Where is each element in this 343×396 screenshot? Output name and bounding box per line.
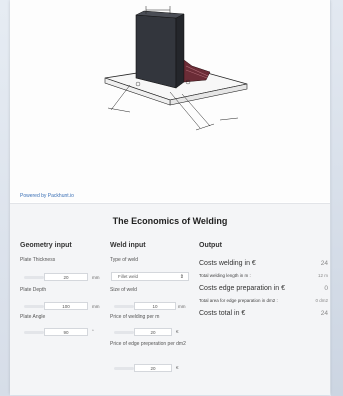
weld-size-label: Size of weld	[110, 287, 137, 293]
costs-total-value: 24	[320, 310, 328, 317]
plate-depth-slider[interactable]	[24, 305, 44, 308]
3d-viewer[interactable]	[10, 0, 330, 202]
price-weld-slider[interactable]	[114, 331, 134, 334]
geometry-input-heading: Geometry input	[20, 242, 72, 249]
total-area-value: 0 dm2	[315, 298, 328, 303]
plate-thickness-slider[interactable]	[24, 276, 44, 279]
price-edge-label: Price of edge preperation per dm2	[110, 341, 186, 347]
plate-depth-label: Plate Depth	[20, 287, 47, 293]
plate-angle-unit: °	[92, 329, 94, 334]
background-right	[331, 0, 343, 396]
plate-thickness-label: Plate Thickness	[20, 257, 56, 263]
page-title: The Economics of Welding	[112, 216, 228, 226]
price-edge-unit: €	[176, 365, 179, 370]
background-left	[0, 0, 10, 396]
costs-welding-label: Costs welding in €	[199, 260, 256, 267]
costs-total-label: Costs total in €	[199, 310, 246, 317]
total-length-value: 12 m	[317, 273, 328, 278]
weld-size-unit: mm	[178, 304, 186, 309]
weld-size-slider[interactable]	[114, 305, 134, 308]
weld-size-input[interactable]: 10	[134, 302, 176, 310]
plate-depth-input[interactable]: 100	[44, 302, 88, 310]
total-area-label: Total area for edge preparation in dm2 :	[199, 298, 278, 303]
plate-depth-unit: mm	[92, 304, 100, 309]
price-weld-input[interactable]: 20	[134, 328, 172, 336]
weld-type-value: Fillet weld	[118, 274, 139, 279]
dimension-left	[110, 84, 131, 111]
price-edge-slider[interactable]	[114, 367, 134, 370]
weld-input-heading: Weld input	[110, 242, 146, 249]
vertical-plate-side	[175, 13, 185, 89]
costs-edge-value: 0	[324, 285, 328, 292]
vertical-plate-front	[135, 14, 177, 89]
costs-welding-value: 24	[320, 260, 328, 267]
price-weld-label: Price of welding per m	[110, 314, 160, 320]
chevron-updown-icon: ⇕	[179, 274, 184, 280]
price-weld-unit: €	[176, 329, 179, 334]
costs-edge-label: Costs edge preparation in €	[199, 285, 285, 292]
plate-angle-input[interactable]: 90	[44, 328, 88, 336]
total-length-label: Total welding length in m :	[199, 273, 251, 278]
powered-by-link[interactable]: Powered by Packhunt.io	[20, 193, 74, 199]
output-heading: Output	[199, 242, 222, 249]
plate-angle-slider[interactable]	[24, 331, 44, 334]
plate-thickness-unit: mm	[92, 275, 100, 280]
weld-model-drawing	[104, 6, 248, 131]
weld-type-label: Type of weld	[110, 257, 139, 263]
plate-angle-label: Plate Angle	[20, 314, 46, 320]
plate-thickness-input[interactable]: 20	[44, 273, 88, 281]
weld-type-select[interactable]: Fillet weld ⇕	[111, 272, 189, 281]
price-edge-input[interactable]: 20	[134, 364, 172, 372]
